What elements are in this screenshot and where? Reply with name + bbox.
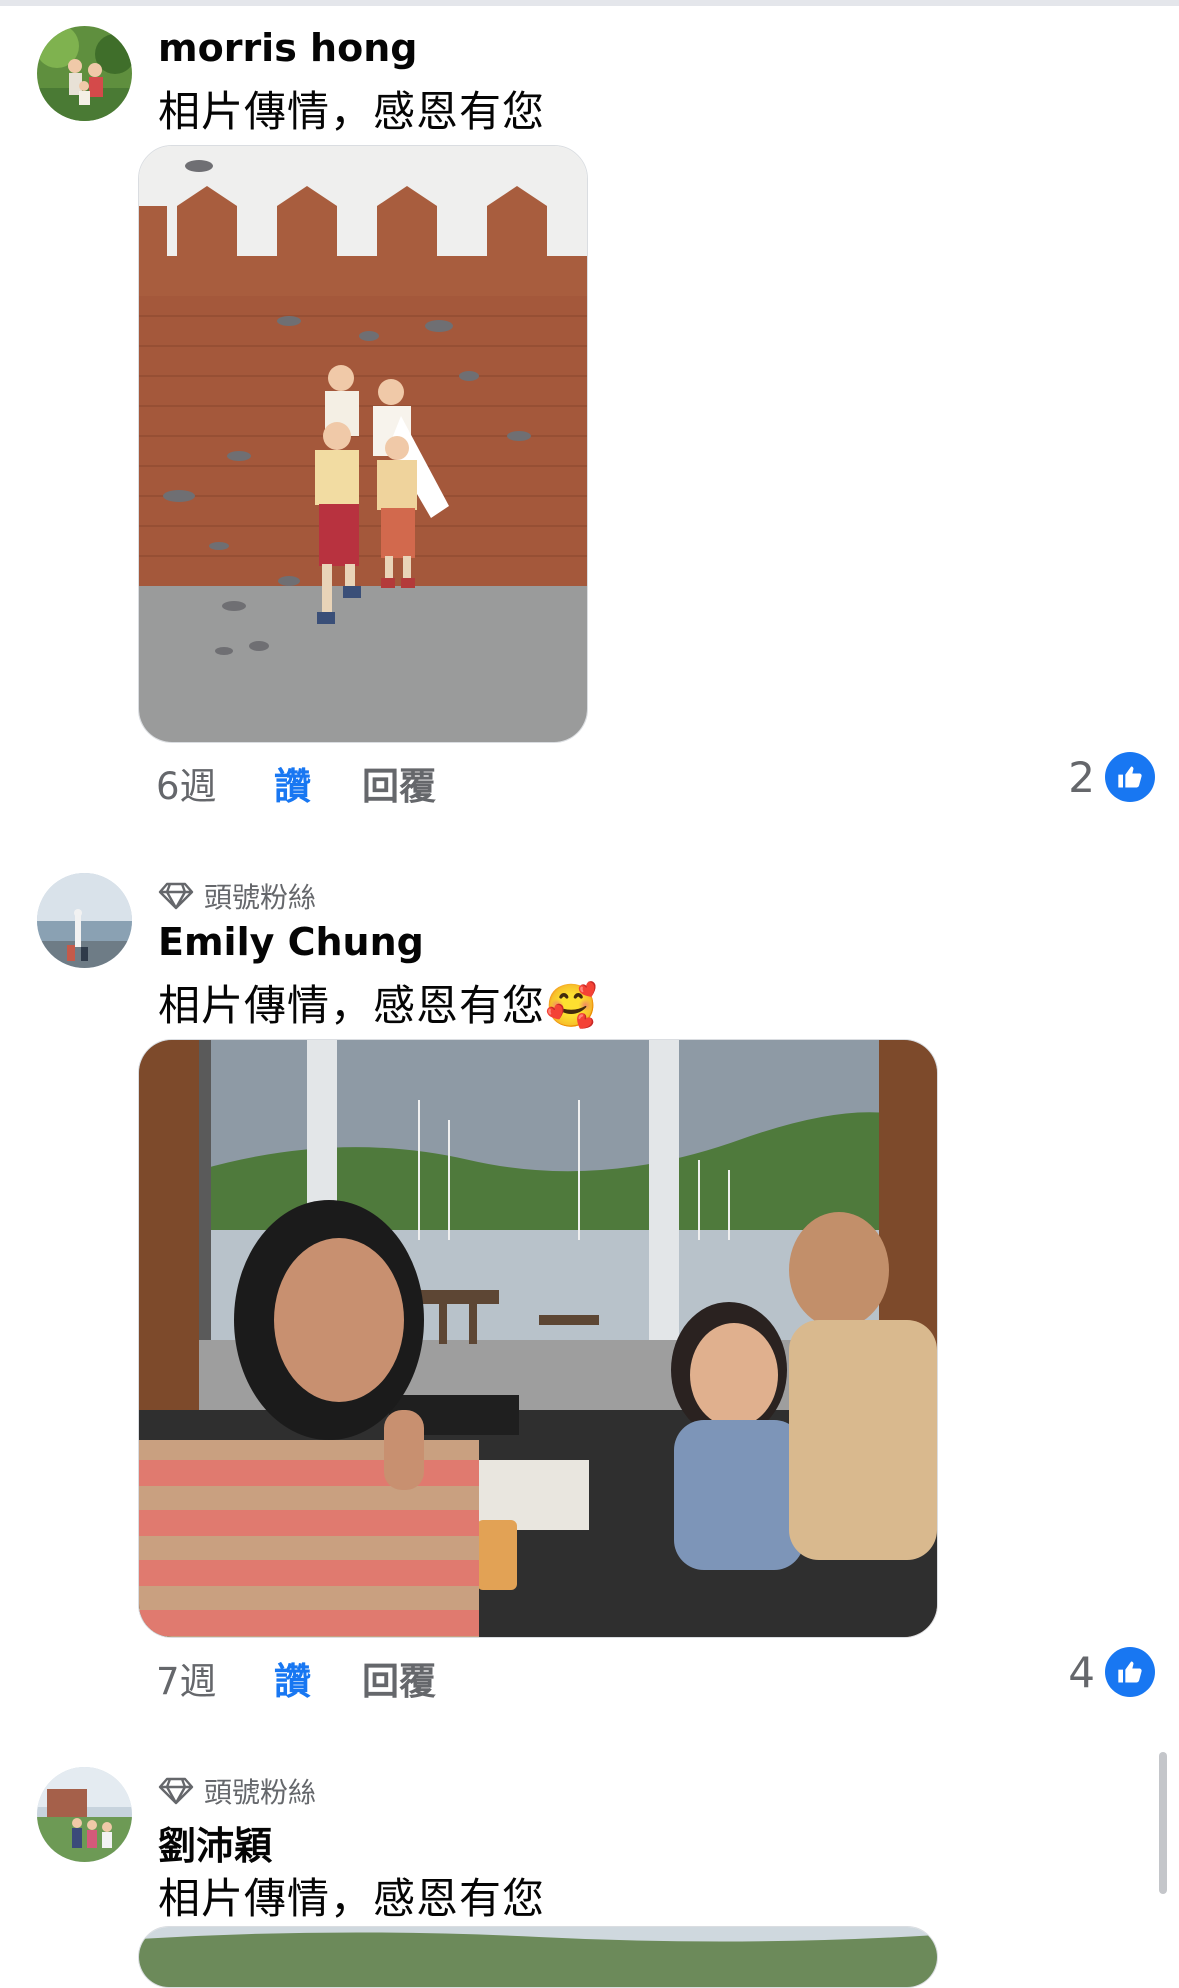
comment-photo[interactable]: [138, 1926, 938, 1988]
reaction-summary[interactable]: 4: [1068, 1647, 1155, 1697]
top-fan-badge: 頭號粉絲: [158, 1771, 316, 1811]
thumbs-up-icon: [1105, 1647, 1155, 1697]
comment-actions: 6週 讚 回覆: [156, 756, 436, 810]
reply-button[interactable]: 回覆: [362, 756, 436, 810]
diamond-icon: [158, 882, 194, 910]
comment-author[interactable]: 劉沛穎: [158, 1815, 272, 1870]
avatar[interactable]: [37, 1767, 132, 1862]
diamond-icon: [158, 1777, 194, 1805]
avatar[interactable]: [37, 26, 132, 121]
reply-button[interactable]: 回覆: [362, 1651, 436, 1705]
comment-timestamp[interactable]: 6週: [156, 756, 274, 810]
comment-text: 相片傳情，感恩有您: [158, 87, 546, 136]
top-divider: [0, 0, 1179, 6]
comment-text: 相片傳情，感恩有您🥰: [158, 981, 599, 1030]
comment-photo[interactable]: [138, 1039, 938, 1638]
comment-author[interactable]: morris hong: [158, 26, 417, 70]
badge-label: 頭號粉絲: [204, 1776, 317, 1809]
thumbs-up-icon: [1105, 752, 1155, 802]
top-fan-badge: 頭號粉絲: [158, 876, 316, 916]
avatar[interactable]: [37, 873, 132, 968]
badge-label: 頭號粉絲: [204, 881, 317, 914]
comment-timestamp[interactable]: 7週: [156, 1651, 274, 1705]
comment-photo[interactable]: [138, 145, 588, 743]
reaction-count: 2: [1068, 752, 1095, 802]
scrollbar[interactable]: [1159, 1752, 1167, 1894]
comment-author[interactable]: Emily Chung: [158, 920, 424, 964]
comment-text: 相片傳情，感恩有您: [158, 1874, 546, 1923]
comment-actions: 7週 讚 回覆: [156, 1651, 436, 1705]
like-button[interactable]: 讚: [274, 1651, 362, 1705]
like-button[interactable]: 讚: [274, 756, 362, 810]
reaction-summary[interactable]: 2: [1068, 752, 1155, 802]
reaction-count: 4: [1068, 1647, 1095, 1697]
